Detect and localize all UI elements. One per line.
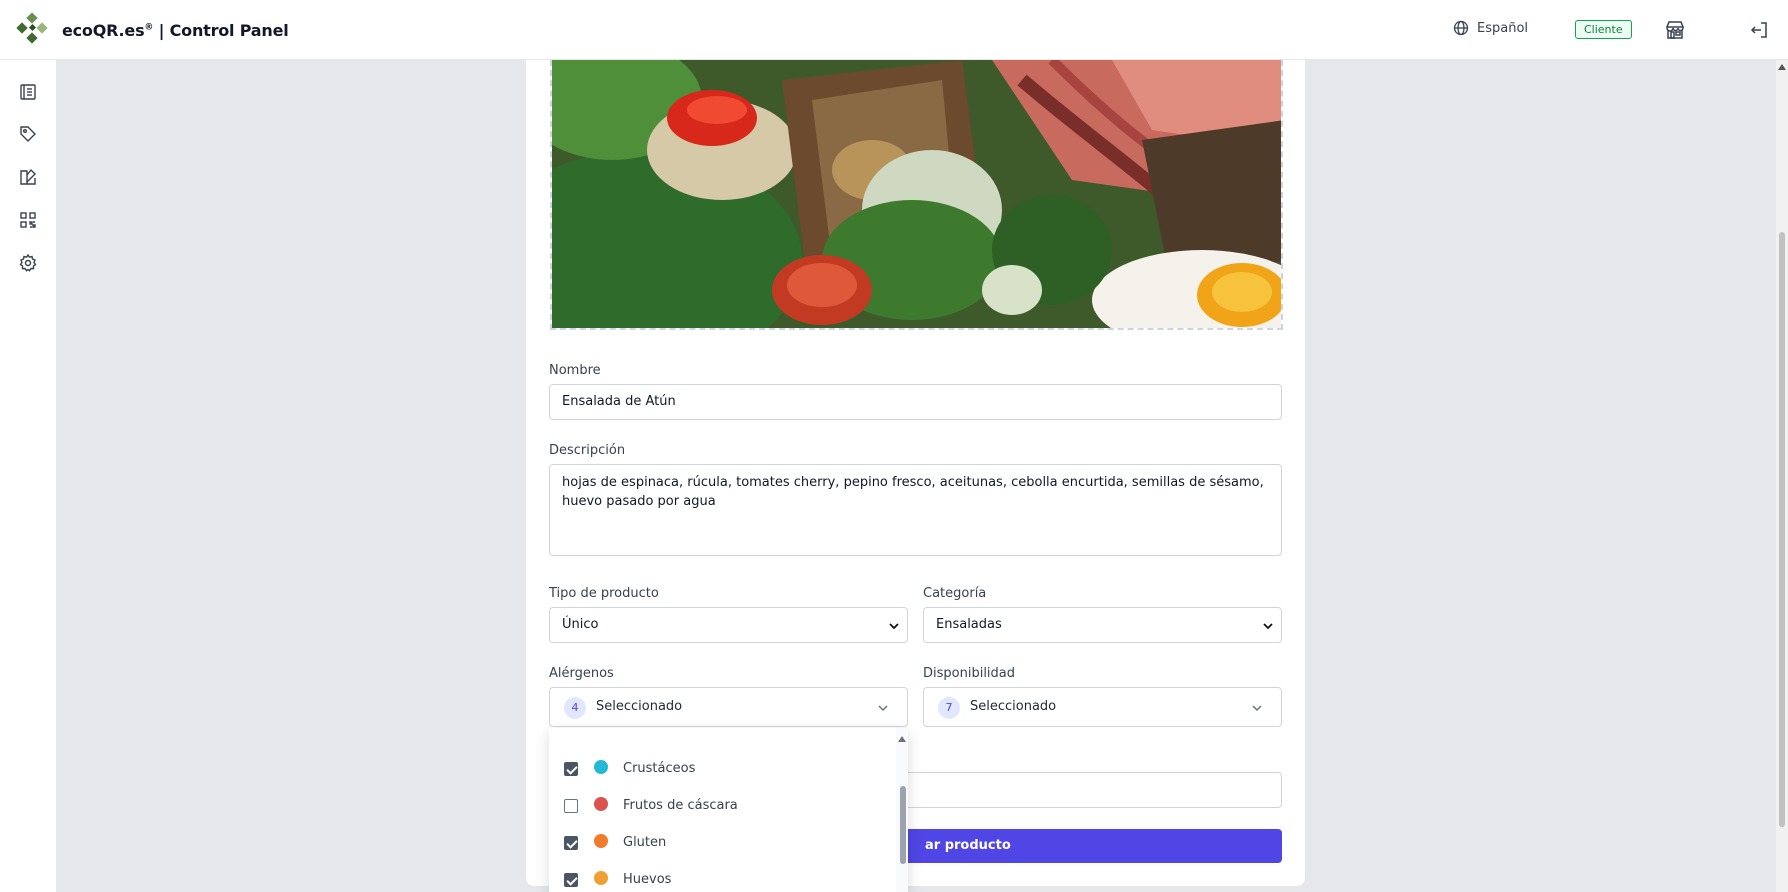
ecoqr-logo [16,12,48,44]
allergen-option[interactable]: Crustáceos [549,750,908,787]
availability-count-badge: 7 [938,697,960,719]
allergens-count-badge: 4 [564,697,586,719]
description-textarea[interactable]: hojas de espinaca, rúcula, tomates cherr… [549,464,1282,556]
allergen-option-label: Crustáceos [623,761,696,776]
product-image [552,60,1281,328]
category-label: Categoría [923,586,987,601]
language-selector[interactable]: Español [1453,20,1573,36]
gluten-icon [594,834,608,848]
language-label: Español [1477,20,1529,36]
availability-selected-text: Seleccionado [970,699,1057,714]
name-label: Nombre [549,363,601,378]
store-icon[interactable] [1664,19,1686,41]
allergen-option[interactable]: Frutos de cáscara [549,787,908,824]
role-badge: Cliente [1575,20,1632,39]
allergen-option-label: Frutos de cáscara [623,798,738,813]
page-scroll-thumb[interactable] [1779,232,1785,827]
page-scrollbar[interactable] [1776,60,1788,892]
top-bar: ecoQR.es® | Control Panel Español Client… [0,0,1788,60]
allergen-option-label: Gluten [623,835,667,850]
allergen-option[interactable]: Gluten [549,824,908,861]
chevron-down-icon [889,623,899,630]
checkbox[interactable] [564,762,578,776]
sidebar [0,60,57,892]
scroll-up-icon[interactable] [898,736,906,742]
category-value: Ensaladas [936,617,1002,632]
qr-code-icon[interactable] [18,210,38,230]
availability-label: Disponibilidad [923,666,1016,681]
crustaceans-icon [594,760,608,774]
product-type-value: Único [562,617,599,632]
checkbox[interactable] [564,873,578,887]
dropdown-scrollbar[interactable] [896,728,908,892]
allergens-dropdown: Crustáceos Frutos de cáscara Gluten Huev… [549,728,908,892]
allergens-selected-text: Seleccionado [596,699,683,714]
allergen-option[interactable]: Huevos [549,861,908,892]
description-label: Descripción [549,443,626,458]
logout-icon[interactable] [1748,19,1770,41]
settings-icon[interactable] [18,253,38,273]
allergen-option-label: Huevos [623,872,672,887]
shapes-icon[interactable] [18,167,38,187]
nuts-icon [594,797,608,811]
app-title: ecoQR.es® | Control Panel [62,20,289,40]
name-input[interactable]: Ensalada de Atún [549,384,1282,420]
eggs-icon [594,871,608,885]
product-image-dropzone[interactable] [550,60,1283,330]
allergens-label: Alérgenos [549,666,614,681]
chevron-down-icon [878,705,888,712]
category-select[interactable]: Ensaladas [923,607,1282,643]
chevron-down-icon [1252,705,1262,712]
checkbox[interactable] [564,836,578,850]
menu-book-icon[interactable] [18,82,38,102]
chevron-down-icon [1263,623,1273,630]
tag-icon[interactable] [18,124,38,144]
dropdown-scroll-thumb[interactable] [900,786,906,864]
globe-icon [1453,20,1469,36]
availability-multiselect[interactable]: 7 Seleccionado [923,687,1282,727]
checkbox[interactable] [564,799,578,813]
product-type-label: Tipo de producto [549,586,659,601]
submit-button-label: ar producto [925,838,1011,853]
allergens-multiselect[interactable]: 4 Seleccionado [549,687,908,727]
brand[interactable]: ecoQR.es® | Control Panel [12,10,289,50]
scroll-up-icon[interactable] [1778,64,1786,70]
product-type-select[interactable]: Único [549,607,908,643]
